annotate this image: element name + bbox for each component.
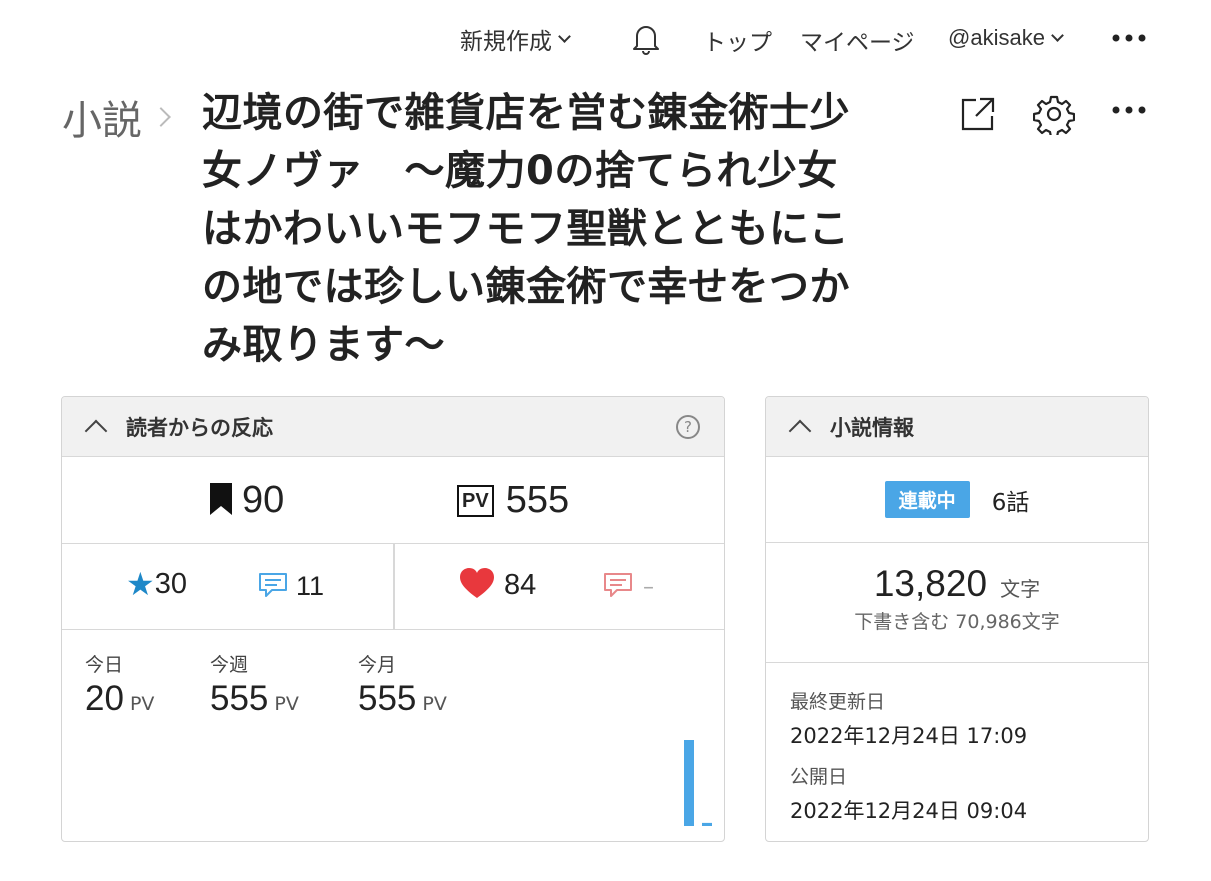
pv-today: 今日 20 PV [85,650,154,719]
nav-top-link[interactable]: トップ [703,23,772,57]
pv-bar [702,822,712,826]
breadcrumb[interactable]: 小説 [62,88,171,146]
char-count-value: 13,820 [873,563,988,604]
comment-icon [603,572,633,602]
chevron-up-icon[interactable] [84,419,108,442]
pv-month-value: 555 [358,679,417,718]
bell-icon[interactable] [628,20,664,56]
draft-note: 下書き含む 70,986文字 [854,611,1060,633]
info-heading: 小説情報 [830,415,914,440]
reader-reactions-card: 読者からの反応 ? 90 PV 555 ★ 30 11 84 – 今日 20 P… [61,396,725,842]
pv-unit: PV [274,693,299,715]
external-link-icon[interactable] [956,92,1000,136]
review-icon [258,572,288,602]
bookmark-icon [208,481,234,521]
pv-unit: PV [422,693,447,715]
pv-icon: PV [457,484,494,517]
more-menu-icon[interactable] [1110,28,1150,48]
pv-today-label: 今日 [85,654,124,676]
new-create-menu[interactable]: 新規作成 [460,22,571,56]
heart-count[interactable]: 84 [458,566,536,604]
breadcrumb-novel[interactable]: 小説 [62,88,142,146]
info-header[interactable]: 小説情報 [766,397,1148,457]
star-icon: ★ [126,565,155,603]
published-label: 公開日 [790,766,848,788]
review-count[interactable]: 11 [258,571,324,602]
heart-icon [458,566,496,604]
bookmark-count: 90 [208,479,284,522]
new-create-label: 新規作成 [460,29,552,55]
char-count-unit: 文字 [1000,577,1041,601]
pv-total-value: 555 [505,479,570,521]
heart-value: 84 [504,568,537,601]
more-options-icon[interactable] [1110,100,1150,120]
pv-week-label: 今週 [210,654,249,676]
username-label: @akisake [948,25,1045,50]
char-count-row: 13,820 文字 下書き含む 70,986文字 [766,543,1148,663]
help-icon[interactable]: ? [676,415,700,439]
reactions-heading: 読者からの反応 [126,415,273,440]
status-badge: 連載中 [884,481,970,518]
chevron-down-icon [558,29,571,43]
pv-month: 今月 555 PV [358,650,447,719]
reactions-divider [393,544,395,630]
review-value: 11 [296,571,325,601]
star-count[interactable]: ★ 30 [126,566,187,602]
dates-section: 最終更新日 2022年12月24日 17:09 公開日 2022年12月24日 … [766,663,1148,825]
status-row: 連載中 6話 [766,457,1148,543]
page-title: 辺境の街で雑貨店を営む錬金術士少女ノヴァ ～魔力0の捨てられ少女はかわいいモフモ… [202,90,850,368]
reactions-detail-row: ★ 30 11 84 – [62,544,724,630]
pv-week: 今週 555 PV [210,650,299,719]
pv-total: PV 555 [457,479,569,522]
comment-count[interactable]: – [603,572,654,602]
pv-month-label: 今月 [358,654,397,676]
chevron-up-icon[interactable] [788,419,812,442]
chevron-right-icon [151,107,171,127]
user-menu[interactable]: @akisake [948,25,1064,51]
pv-unit: PV [129,693,155,715]
episode-count: 6話 [991,489,1030,516]
pv-mini-chart [622,730,712,826]
comment-value: – [643,574,654,600]
bookmark-value: 90 [242,479,285,521]
updated-label: 最終更新日 [790,691,886,713]
nav-mypage-link[interactable]: マイページ [800,23,915,57]
pv-week-value: 555 [210,679,269,718]
updated-value: 2022年12月24日 17:09 [790,724,1028,748]
reactions-totals-row: 90 PV 555 [62,457,724,544]
novel-info-card: 小説情報 連載中 6話 13,820 文字 下書き含む 70,986文字 最終更… [765,396,1149,842]
gear-icon[interactable] [1032,92,1076,136]
pv-today-value: 20 [85,679,124,718]
reactions-header[interactable]: 読者からの反応 ? [62,397,724,457]
chevron-down-icon [1051,28,1064,42]
pv-stats: 今日 20 PV 今週 555 PV 今月 555 PV [62,630,724,841]
published-value: 2022年12月24日 09:04 [790,799,1028,823]
star-value: 30 [154,567,187,600]
pv-bar [684,740,694,826]
